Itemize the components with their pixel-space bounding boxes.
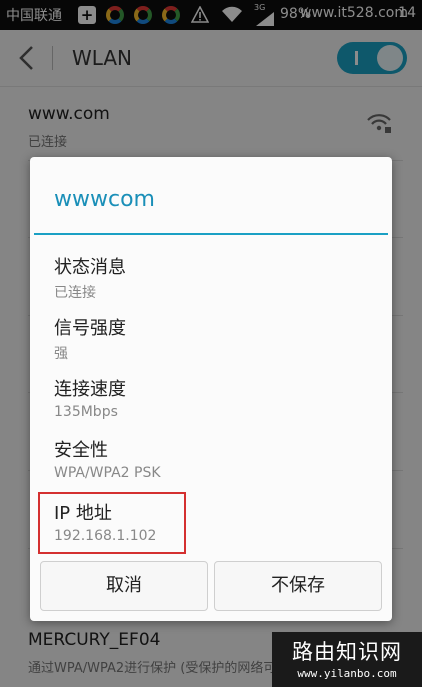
dialog-title: wwwcom: [54, 187, 155, 212]
logo-url: www.yilanbo.com: [297, 667, 397, 680]
dialog-title-divider: [34, 233, 388, 235]
link-speed-label: 连接速度: [54, 379, 126, 400]
cancel-button[interactable]: 取消: [40, 561, 208, 611]
security-label: 安全性: [54, 440, 108, 461]
forget-network-button[interactable]: 不保存: [214, 561, 382, 611]
signal-strength-value: 强: [54, 346, 68, 362]
ip-address-value: 192.168.1.102: [54, 528, 157, 544]
signal-strength-label: 信号强度: [54, 318, 126, 339]
status-value: 已连接: [54, 285, 96, 301]
ip-address-label: IP 地址: [54, 503, 112, 524]
status-label: 状态消息: [54, 257, 126, 278]
network-details-dialog: wwwcom 状态消息 已连接 信号强度 强 连接速度 135Mbps 安全性 …: [30, 157, 392, 621]
logo-text: 路由知识网: [292, 640, 402, 664]
link-speed-value: 135Mbps: [54, 404, 118, 420]
security-value: WPA/WPA2 PSK: [54, 465, 161, 481]
site-logo: 路由知识网 www.yilanbo.com: [272, 632, 422, 687]
